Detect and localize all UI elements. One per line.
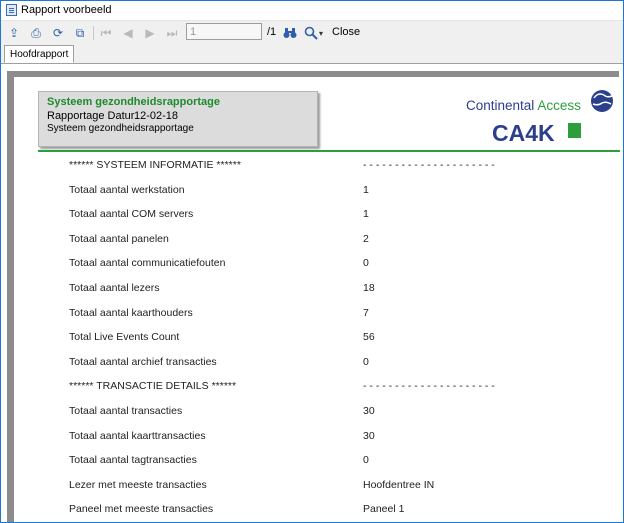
row-label: ****** TRANSACTIE DETAILS ****** <box>69 380 237 393</box>
row-label: Lezer met meeste transacties <box>69 478 207 491</box>
row-label: Total Live Events Count <box>69 331 180 344</box>
row-value: - - - - - - - - - - - - - - - - - - - - … <box>363 159 495 171</box>
report-viewer[interactable]: Systeem gezondheidsrapportage Rapportage… <box>1 64 623 522</box>
logo-text-accent: Access <box>537 98 581 113</box>
row-label: Paneel met meeste transacties <box>69 503 214 516</box>
report-date-label: Rapportage Datur <box>47 110 135 122</box>
logo-mark: CA4K <box>492 120 555 144</box>
report-page: Systeem gezondheidsrapportage Rapportage… <box>14 77 620 522</box>
row-label: Totaal aantal communicatiefouten <box>69 257 226 270</box>
row-value: 0 <box>363 355 369 368</box>
row-value: - - - - - - - - - - - - - - - - - - - - … <box>363 380 495 393</box>
report-app-icon <box>6 4 17 16</box>
report-row: Totaal aantal transacties 30 <box>14 405 620 421</box>
report-row: Totaal aantal archief transacties 0 <box>14 356 620 372</box>
row-value: Hoofdentree IN <box>363 478 435 491</box>
row-value: 30 <box>363 429 375 442</box>
continental-access-logo: Continental Access CA4K <box>466 90 613 144</box>
row-label: Totaal aantal kaarthouders <box>69 306 193 319</box>
page-total: /1 <box>267 26 277 38</box>
export-icon[interactable]: ⇪ <box>5 24 23 42</box>
report-row: Totaal aantal panelen 2 <box>14 233 620 249</box>
zoom-dropdown-icon[interactable]: ▾ <box>316 24 326 42</box>
tab-hoofdrapport[interactable]: Hoofdrapport <box>4 45 75 63</box>
row-value: 0 <box>363 454 369 467</box>
header-divider <box>38 150 620 152</box>
row-label: Totaal aantal tagtransacties <box>69 454 197 467</box>
previous-page-icon[interactable]: ◀ <box>119 24 137 42</box>
row-label: Totaal aantal archief transacties <box>69 355 217 368</box>
report-title: Systeem gezondheidsrapportage <box>47 96 220 108</box>
row-value: Paneel 1 <box>363 503 405 516</box>
refresh-icon[interactable]: ⟳ <box>49 24 67 42</box>
row-label: Totaal aantal transacties <box>69 405 183 417</box>
row-value: 0 <box>363 257 369 270</box>
print-icon[interactable]: ⎙ <box>27 24 45 42</box>
row-label: Totaal aantal kaarttransacties <box>69 429 206 442</box>
copy-icon[interactable]: ⧉ <box>71 24 89 42</box>
svg-text:Continental Access: Continental Access <box>466 98 581 113</box>
report-row: Totaal aantal kaarttransacties 30 <box>14 430 620 446</box>
report-tabstrip: Hoofdrapport <box>1 45 623 64</box>
row-label: Totaal aantal lezers <box>69 282 160 294</box>
row-value: 18 <box>363 282 375 294</box>
report-row: Total Live Events Count 56 <box>14 331 620 347</box>
report-row: Totaal aantal lezers 18 <box>14 282 620 298</box>
first-page-icon[interactable]: ⏮ <box>97 24 115 42</box>
row-label: Totaal aantal werkstation <box>69 183 185 196</box>
report-row: Totaal aantal kaarthouders 7 <box>14 307 620 323</box>
row-value: 7 <box>363 306 369 319</box>
report-row: Paneel met meeste transacties Paneel 1 <box>14 503 620 519</box>
report-row: Totaal aantal tagtransacties 0 <box>14 454 620 470</box>
row-label: Totaal aantal panelen <box>69 232 169 245</box>
next-page-icon[interactable]: ▶ <box>141 24 159 42</box>
report-preview-window: Rapport voorbeeld ⇪ ⎙ ⟳ ⧉ ⏮ ◀ ▶ ⏭ ▾ /1 C… <box>0 0 624 523</box>
toolbar: ⇪ ⎙ ⟳ ⧉ ⏮ ◀ ▶ ⏭ ▾ <box>1 21 623 45</box>
row-value: 56 <box>363 331 375 344</box>
row-value: 2 <box>363 232 369 245</box>
row-value: 1 <box>363 183 369 196</box>
report-row: ****** SYSTEEM INFORMATIE ****** - - - - … <box>14 159 620 175</box>
page-number-input[interactable] <box>186 23 262 40</box>
close-button[interactable]: Close <box>332 26 360 38</box>
title-bar: Rapport voorbeeld <box>1 1 623 21</box>
logo-text-main: Continental <box>466 98 537 113</box>
row-value: 1 <box>363 208 369 221</box>
row-value: 30 <box>363 405 375 417</box>
last-page-icon[interactable]: ⏭ <box>163 24 181 42</box>
report-header-box: Systeem gezondheidsrapportage Rapportage… <box>38 91 318 147</box>
report-subtitle: Systeem gezondheidsrapportage <box>47 123 194 134</box>
find-binoculars-icon[interactable] <box>281 24 299 42</box>
report-date-value: 12-02-18 <box>134 110 179 122</box>
report-row: Totaal aantal COM servers 1 <box>14 208 620 224</box>
toolbar-separator <box>93 26 94 40</box>
row-label: ****** SYSTEEM INFORMATIE ****** <box>69 159 241 171</box>
report-row: ****** TRANSACTIE DETAILS ****** - - - - … <box>14 380 620 396</box>
report-row: Totaal aantal communicatiefouten 0 <box>14 257 620 273</box>
row-label: Totaal aantal COM servers <box>69 208 194 221</box>
report-row: Totaal aantal werkstation 1 <box>14 184 620 200</box>
report-row: Lezer met meeste transacties Hoofdentree … <box>14 479 620 495</box>
window-title: Rapport voorbeeld <box>21 4 112 16</box>
